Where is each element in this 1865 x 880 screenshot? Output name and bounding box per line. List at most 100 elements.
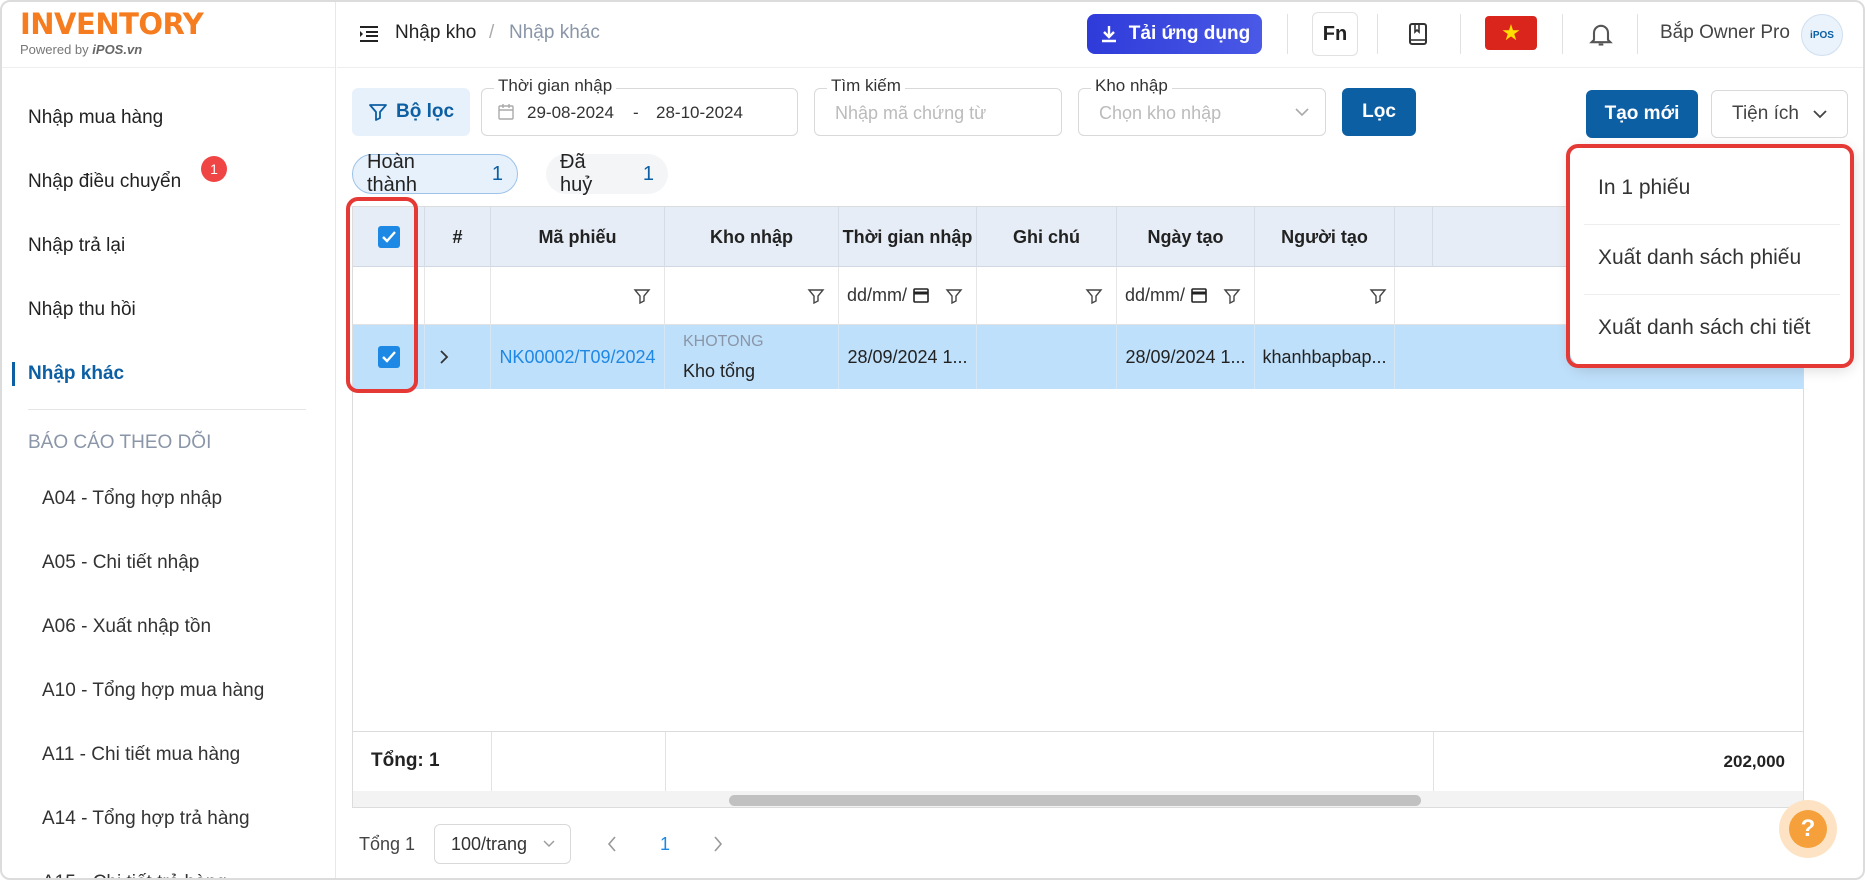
sidebar-section-title: BÁO CÁO THEO DÕI [28,432,212,453]
guide-book-button[interactable] [1399,12,1437,56]
report-item-a04[interactable]: A04 - Tổng hợp nhập [42,488,222,510]
row-checkbox[interactable] [377,346,400,368]
column-filter-icon[interactable] [1085,287,1103,305]
header-divider [1562,14,1563,54]
report-item-a10[interactable]: A10 - Tổng hợp mua hàng [42,680,264,702]
calendar-icon[interactable] [1191,287,1207,303]
filter-button-label: Bộ lọc [395,101,455,122]
breadcrumb-root[interactable]: Nhập kho [395,22,476,44]
menu-item-export-details[interactable]: Xuất danh sách chi tiết [1598,316,1810,340]
breadcrumb-current: Nhập khác [509,22,600,43]
column-header-created-date[interactable]: Ngày tạo [1117,207,1255,267]
report-item-a14[interactable]: A14 - Tổng hợp trả hàng [42,808,250,830]
logo-subtitle: Powered by iPOS.vn [20,42,143,57]
top-header: Nhập kho / Nhập khác Tải ứng dụng Fn ★ B… [337,0,1865,68]
date-range-field[interactable]: Thời gian nhập 29-08-2024 - 28-10-2024 [481,76,798,136]
user-name[interactable]: Bắp Owner Pro [1660,22,1790,44]
utility-button-label: Tiện ích [1732,103,1799,124]
column-header-note[interactable]: Ghi chú [977,207,1117,267]
column-filter-icon[interactable] [807,287,825,305]
page-size-value: 100/trang [451,833,528,854]
report-item-a06[interactable]: A06 - Xuất nhập tồn [42,616,211,638]
header-divider [1460,14,1461,54]
calendar-icon [498,104,514,120]
horizontal-scrollbar[interactable] [353,791,1803,807]
scrollbar-thumb[interactable] [729,795,1421,806]
sidebar-item-nhap-tra-lai[interactable]: Nhập trả lại [0,214,335,278]
warehouse-label: Kho nhập [1091,76,1172,96]
chevron-right-icon[interactable] [439,349,449,365]
help-button[interactable]: ? [1779,800,1837,858]
sidebar-item-nhap-dieu-chuyen[interactable]: Nhập điều chuyển [0,150,335,214]
download-app-label: Tải ứng dụng [1128,23,1251,44]
column-header-import-time[interactable]: Thời gian nhập [839,207,977,267]
column-filter-icon[interactable] [1369,287,1387,305]
chevron-down-icon [543,840,555,847]
tab-cancelled[interactable]: Đã huỷ 1 [546,151,668,196]
filter-cell [491,267,665,325]
sidebar-item-nhap-thu-hoi[interactable]: Nhập thu hồi [0,278,335,342]
menu-item-export-vouchers[interactable]: Xuất danh sách phiếu [1598,246,1801,270]
report-item-a05[interactable]: A05 - Chi tiết nhập [42,552,199,574]
vietnam-flag-icon[interactable]: ★ [1485,16,1537,50]
avatar[interactable]: iPOS [1801,14,1843,56]
warehouse-select[interactable]: Kho nhập Chọn kho nhập [1078,76,1326,136]
date-from-input[interactable]: 29-08-2024 [527,103,614,123]
date-to-input[interactable]: 28-10-2024 [656,103,743,123]
column-filter-icon[interactable] [633,287,651,305]
sidebar-item-nhap-khac[interactable]: Nhập khác [0,342,335,406]
fn-button[interactable]: Fn [1312,12,1358,56]
logo-header: INVENTORY Powered by iPOS.vn [0,0,335,68]
header-divider [1637,14,1638,54]
row-note [977,325,1117,389]
tab-completed-count: 1 [491,162,503,185]
filter-cell [1255,267,1395,325]
created-date-filter-input[interactable]: dd/mm/ [1125,285,1185,306]
row-creator: khanhbapbap... [1255,325,1395,389]
column-filter-icon[interactable] [1223,287,1241,305]
column-header-warehouse[interactable]: Kho nhập [665,207,839,267]
menu-item-print-one[interactable]: In 1 phiếu [1598,176,1690,200]
sidebar-nav: Nhập mua hàng Nhập điều chuyển Nhập trả … [0,86,335,406]
current-page[interactable]: 1 [660,834,670,855]
report-item-a11[interactable]: A11 - Chi tiết mua hàng [42,744,240,766]
report-item-a15[interactable]: A15 - Chi tiết trả hàng [42,872,227,880]
sidebar-item-nhap-mua-hang[interactable]: Nhập mua hàng [0,86,335,150]
column-header-extra [1395,207,1433,267]
footer-divider [1433,732,1434,792]
filter-cell [665,267,839,325]
check-icon [381,351,396,363]
voucher-code-link[interactable]: NK00002/T09/2024 [499,347,655,368]
column-header-index: # [425,207,491,267]
tab-completed[interactable]: Hoàn thành 1 [352,151,518,196]
book-icon [1409,23,1427,45]
chevron-down-icon [1813,110,1827,119]
column-header-code[interactable]: Mã phiếu [491,207,665,267]
calendar-icon[interactable] [913,287,929,303]
menu-collapse-icon[interactable] [357,22,381,46]
column-header-creator[interactable]: Người tạo [1255,207,1395,267]
date-range-separator: - [633,103,639,122]
apply-filter-button[interactable]: Lọc [1342,88,1416,136]
table-footer: Tổng: 1 202,000 [353,731,1803,792]
import-time-filter-input[interactable]: dd/mm/ [847,285,907,306]
create-new-button[interactable]: Tạo mới [1586,90,1698,138]
column-filter-icon[interactable] [945,287,963,305]
tab-completed-label: Hoàn thành [367,151,418,196]
filter-cell: dd/mm/ [839,267,977,325]
select-all-checkbox[interactable] [377,226,400,248]
header-divider [1377,14,1378,54]
bell-icon[interactable] [1587,20,1615,48]
next-page-icon[interactable] [710,834,726,854]
search-label: Tìm kiếm [827,76,905,96]
logo[interactable]: INVENTORY Powered by iPOS.vn [20,8,204,57]
page-size-select[interactable]: 100/trang [434,824,571,864]
filter-icon [369,104,387,121]
search-input[interactable]: Nhập mã chứng từ [835,103,986,124]
download-app-button[interactable]: Tải ứng dụng [1087,14,1262,54]
prev-page-icon[interactable] [604,834,620,854]
search-field[interactable]: Tìm kiếm Nhập mã chứng từ [814,76,1062,136]
row-import-time: 28/09/2024 1... [839,325,977,389]
utility-dropdown-button[interactable]: Tiện ích [1711,90,1848,138]
filter-toggle-button[interactable]: Bộ lọc [352,88,470,136]
